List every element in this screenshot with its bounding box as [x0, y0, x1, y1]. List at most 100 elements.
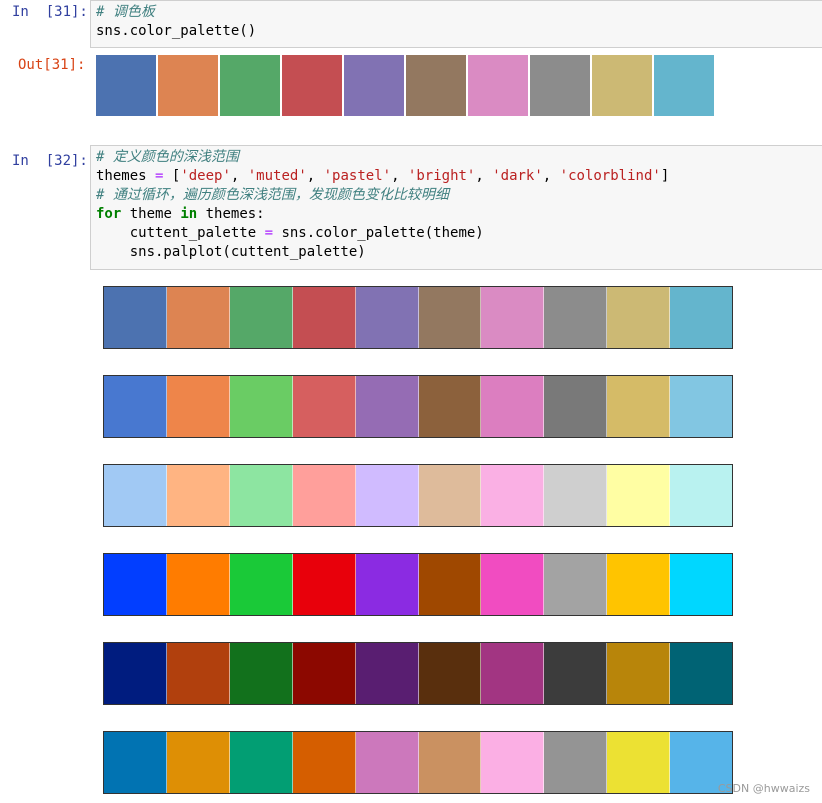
- color-swatch: [544, 643, 608, 704]
- color-swatch: [166, 287, 230, 348]
- color-swatch: [670, 376, 733, 437]
- color-swatch: [592, 55, 652, 116]
- color-swatch: [481, 554, 545, 615]
- color-swatch: [96, 55, 156, 116]
- color-swatch: [670, 287, 733, 348]
- code-text: themes: [96, 168, 147, 184]
- color-swatch: [481, 732, 545, 793]
- color-swatch: [166, 465, 230, 526]
- color-swatch: [418, 287, 482, 348]
- color-swatch: [544, 465, 608, 526]
- color-swatch: [544, 554, 608, 615]
- color-swatch: [607, 554, 671, 615]
- code-line: sns.color_palette(): [96, 22, 822, 41]
- color-swatch: [654, 55, 714, 116]
- code-operator: =: [264, 225, 274, 241]
- code-comment: # 通过循环，遍历颜色深浅范围，发现颜色变化比较明细: [96, 187, 449, 203]
- color-swatch: [282, 55, 342, 116]
- code-string: 'dark': [492, 168, 543, 184]
- code-text: ,: [391, 168, 408, 184]
- color-swatch: [229, 643, 293, 704]
- code-text: sns.color_palette(): [96, 23, 257, 39]
- code-line: # 通过循环，遍历颜色深浅范围，发现颜色变化比较明细: [96, 186, 822, 205]
- color-swatch: [344, 55, 404, 116]
- color-swatch: [544, 376, 608, 437]
- color-swatch: [607, 287, 671, 348]
- color-swatch: [166, 376, 230, 437]
- color-swatch: [292, 287, 356, 348]
- code-text: sns.palplot(cuttent_palette): [96, 244, 366, 260]
- color-swatch: [355, 287, 419, 348]
- color-swatch: [229, 376, 293, 437]
- color-swatch: [607, 465, 671, 526]
- color-swatch: [166, 643, 230, 704]
- color-swatch: [418, 376, 482, 437]
- color-swatch: [530, 55, 590, 116]
- watermark: CSDN @hwwaizs: [717, 782, 810, 795]
- color-swatch: [292, 465, 356, 526]
- color-swatch: [229, 465, 293, 526]
- code-text: themes:: [197, 206, 265, 222]
- code-text: ,: [230, 168, 248, 184]
- cell-31-in-prompt: In [31]:: [12, 4, 88, 20]
- cell-31-out-prompt: Out[31]:: [18, 57, 86, 73]
- color-swatch: [104, 554, 167, 615]
- color-swatch: [544, 287, 608, 348]
- color-swatch: [355, 732, 419, 793]
- color-swatch: [292, 376, 356, 437]
- color-swatch: [104, 643, 167, 704]
- bright-palette-strip: [103, 553, 733, 616]
- deep-palette-strip: [103, 286, 733, 349]
- cell-31-code-editor[interactable]: # 调色板 sns.color_palette(): [90, 0, 822, 48]
- color-swatch: [607, 732, 671, 793]
- code-string: 'pastel': [323, 168, 392, 184]
- code-string: 'muted': [247, 168, 307, 184]
- code-line: sns.palplot(cuttent_palette): [96, 243, 822, 262]
- color-swatch: [607, 643, 671, 704]
- code-text: sns.color_palette(theme): [273, 225, 484, 241]
- color-swatch: [418, 732, 482, 793]
- color-swatch: [104, 287, 167, 348]
- code-operator: =: [146, 168, 172, 184]
- code-line: # 调色板: [96, 3, 822, 22]
- color-swatch: [292, 643, 356, 704]
- color-swatch: [220, 55, 280, 116]
- code-string: 'colorblind': [559, 168, 661, 184]
- code-line: for theme in themes:: [96, 205, 822, 224]
- color-swatch: [292, 732, 356, 793]
- color-swatch: [104, 465, 167, 526]
- code-keyword: in: [180, 206, 198, 222]
- code-comment: # 调色板: [96, 4, 155, 20]
- color-swatch: [229, 287, 293, 348]
- dark-palette-strip: [103, 642, 733, 705]
- color-swatch: [355, 465, 419, 526]
- code-text: ,: [306, 168, 324, 184]
- pastel-palette-strip: [103, 464, 733, 527]
- color-swatch: [406, 55, 466, 116]
- muted-palette-strip: [103, 375, 733, 438]
- code-text: ,: [475, 168, 493, 184]
- code-text: ,: [542, 168, 560, 184]
- color-swatch: [418, 554, 482, 615]
- cell-32-in-prompt: In [32]:: [12, 153, 88, 169]
- code-text: theme: [121, 206, 181, 222]
- color-swatch: [607, 376, 671, 437]
- color-swatch: [481, 465, 545, 526]
- code-line: themes = ['deep', 'muted', 'pastel', 'br…: [96, 167, 822, 186]
- code-comment: # 定义颜色的深浅范围: [96, 149, 239, 165]
- color-swatch: [229, 554, 293, 615]
- code-keyword: for: [96, 206, 122, 222]
- color-swatch: [418, 643, 482, 704]
- color-swatch: [418, 465, 482, 526]
- color-swatch: [481, 643, 545, 704]
- code-text: ]: [660, 168, 670, 184]
- color-swatch: [229, 732, 293, 793]
- color-swatch: [355, 376, 419, 437]
- color-swatch: [104, 376, 167, 437]
- color-swatch: [468, 55, 528, 116]
- color-swatch: [292, 554, 356, 615]
- cell-32-code-editor[interactable]: # 定义颜色的深浅范围 themes = ['deep', 'muted', '…: [90, 145, 822, 270]
- color-swatch: [544, 732, 608, 793]
- code-line: # 定义颜色的深浅范围: [96, 148, 822, 167]
- code-string: 'bright': [407, 168, 476, 184]
